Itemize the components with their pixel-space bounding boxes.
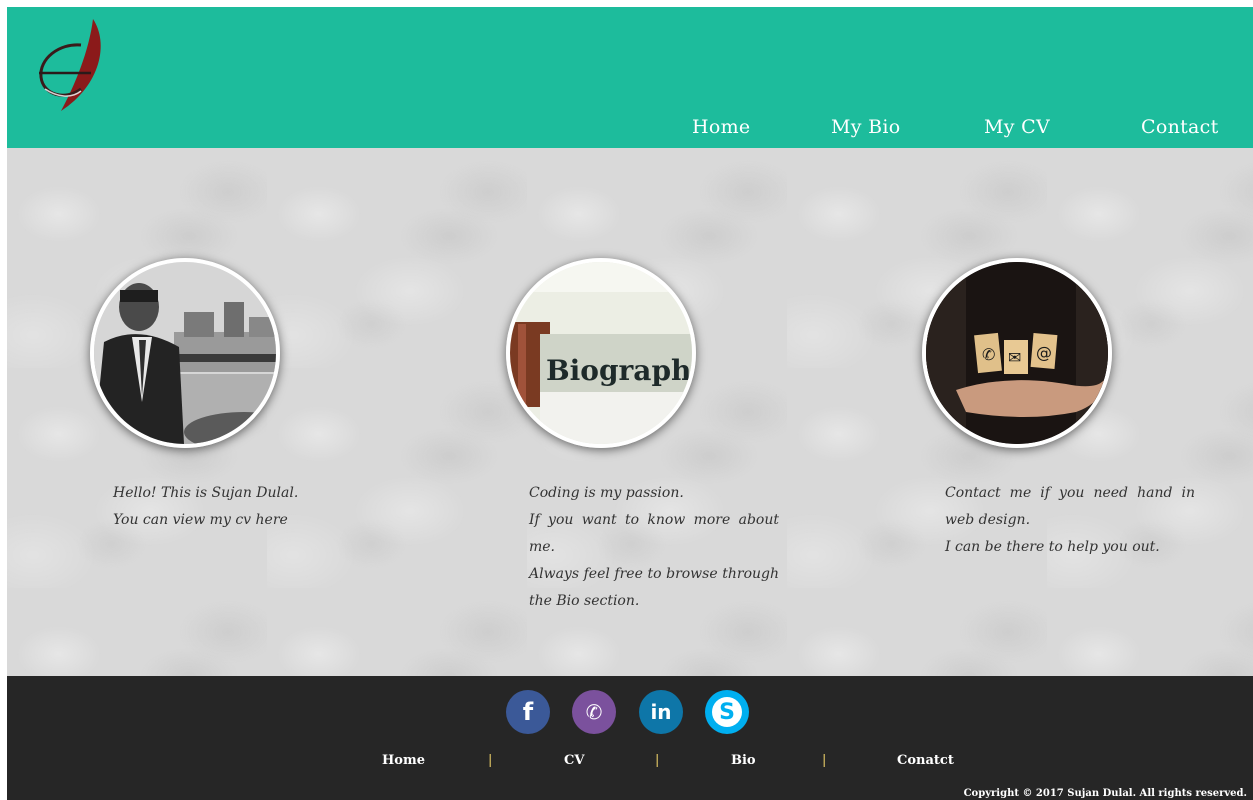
contact-line: Contact me if you need hand in web desig… xyxy=(945,485,1195,528)
footer-link-home[interactable]: Home xyxy=(382,753,425,768)
bio-line: Always feel free to browse through the B… xyxy=(529,566,779,609)
contact-illustration: ✆ ✉ @ xyxy=(926,262,1108,444)
intro-line: You can view my cv here xyxy=(113,512,288,528)
main-nav: Home My Bio My CV Contact xyxy=(7,116,1253,146)
svg-text:✉: ✉ xyxy=(1008,348,1021,367)
footer-nav: Home | CV | Bio | Conatct xyxy=(7,753,1253,773)
skype-icon[interactable]: S xyxy=(705,690,749,734)
nav-my-cv[interactable]: My CV xyxy=(984,116,1050,138)
intro-text: Hello! This is Sujan Dulal. You can view… xyxy=(113,480,363,534)
site-footer: f ✆ in S Home | CV | Bio | Conatct Copyr… xyxy=(7,676,1253,800)
portrait-illustration xyxy=(94,262,276,444)
contact-line: I can be there to help you out. xyxy=(945,539,1160,555)
biography-illustration: Biography xyxy=(510,262,692,444)
contact-photo[interactable]: ✆ ✉ @ xyxy=(922,258,1112,448)
footer-separator: | xyxy=(655,753,660,768)
skype-glyph: S xyxy=(712,697,742,727)
nav-my-bio[interactable]: My Bio xyxy=(831,116,901,138)
site-header: Home My Bio My CV Contact xyxy=(7,7,1253,148)
svg-text:✆: ✆ xyxy=(982,345,995,364)
biography-sign-text: Biography xyxy=(546,354,692,387)
biography-photo[interactable]: Biography xyxy=(506,258,696,448)
nav-home[interactable]: Home xyxy=(692,116,750,138)
footer-separator: | xyxy=(488,753,493,768)
bio-line: If you want to know more about me. xyxy=(529,512,779,555)
intro-line: Hello! This is Sujan Dulal. xyxy=(113,485,299,501)
svg-text:@: @ xyxy=(1036,343,1052,362)
page-frame: Home My Bio My CV Contact Hello! This is… xyxy=(7,7,1253,800)
social-links: f ✆ in S xyxy=(7,690,1253,734)
linkedin-icon[interactable]: in xyxy=(639,690,683,734)
footer-separator: | xyxy=(822,753,827,768)
portrait-photo[interactable] xyxy=(90,258,280,448)
contact-text: Contact me if you need hand in web desig… xyxy=(945,480,1195,561)
footer-link-cv[interactable]: CV xyxy=(564,753,584,768)
copyright-text: Copyright © 2017 Sujan Dulal. All rights… xyxy=(963,788,1247,799)
bio-text: Coding is my passion. If you want to kno… xyxy=(529,480,779,615)
logo-icon[interactable] xyxy=(31,15,111,115)
bio-line: Coding is my passion. xyxy=(529,485,684,501)
viber-icon[interactable]: ✆ xyxy=(572,690,616,734)
footer-link-bio[interactable]: Bio xyxy=(731,753,756,768)
footer-link-contact[interactable]: Conatct xyxy=(897,753,954,768)
main-content: Hello! This is Sujan Dulal. You can view… xyxy=(7,148,1253,676)
facebook-icon[interactable]: f xyxy=(506,690,550,734)
nav-contact[interactable]: Contact xyxy=(1141,116,1219,138)
